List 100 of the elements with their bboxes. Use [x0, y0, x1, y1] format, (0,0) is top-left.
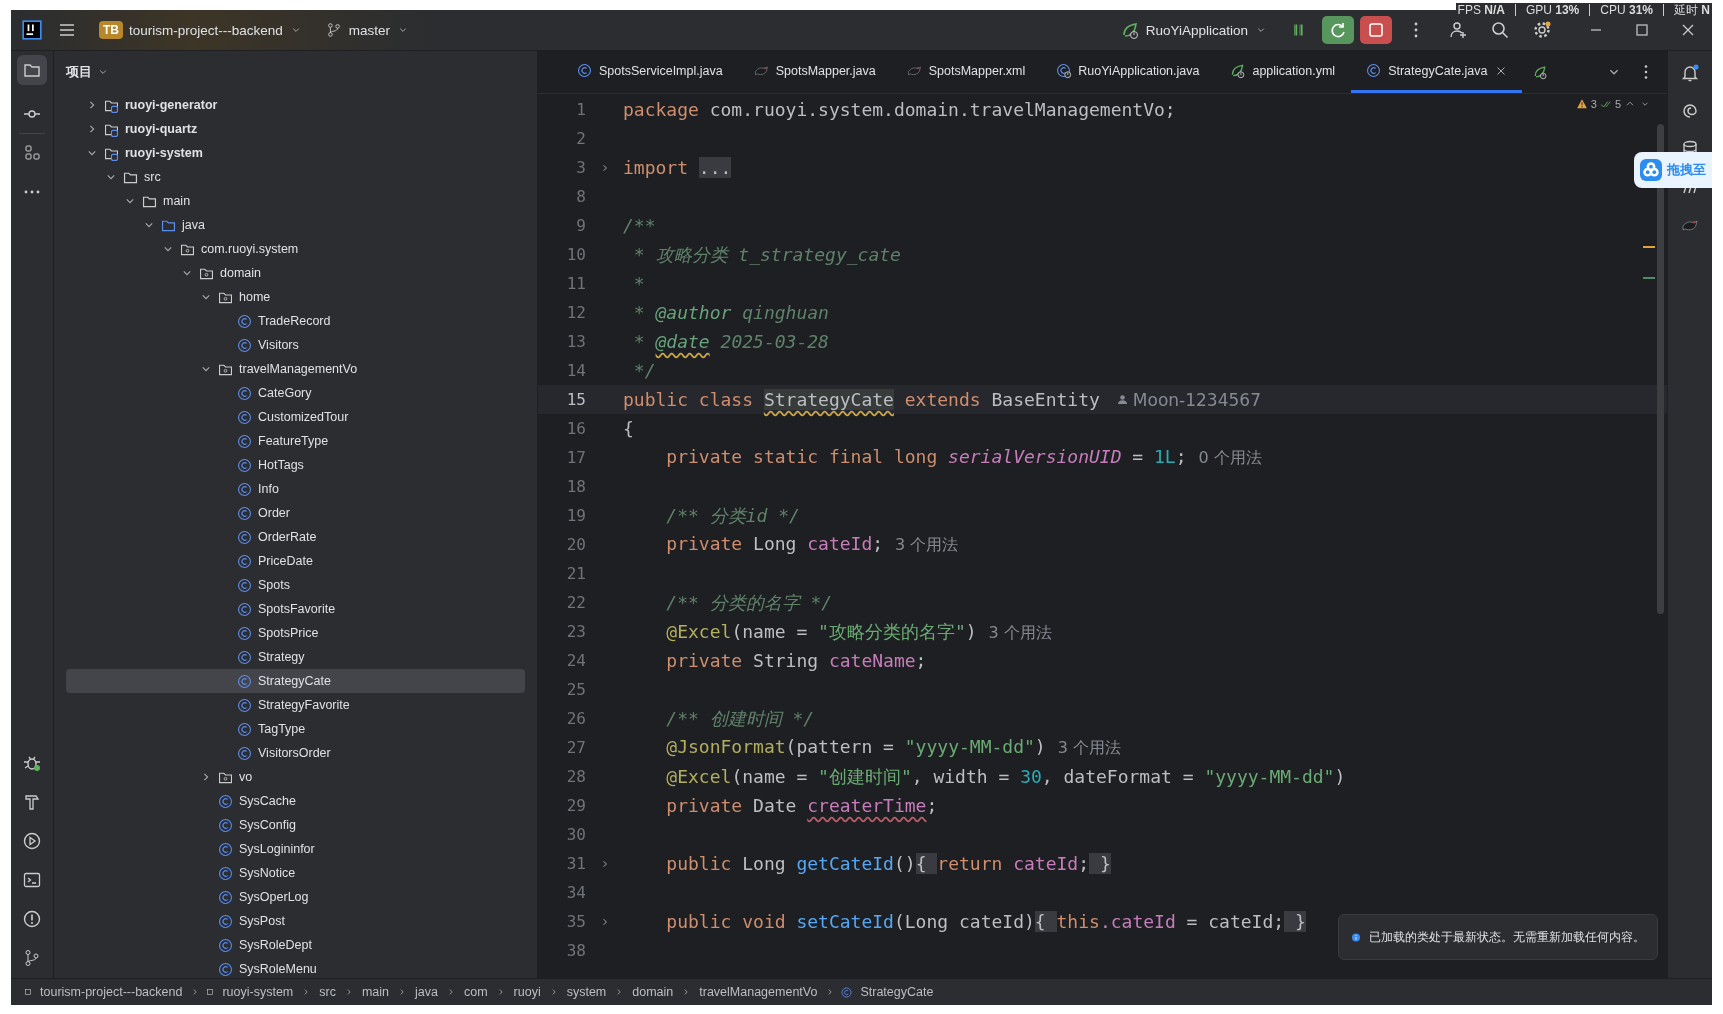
class-icon — [236, 456, 253, 474]
tree-item[interactable]: main — [66, 189, 525, 213]
structure-icon[interactable] — [22, 143, 42, 163]
tree-item[interactable]: VisitorsOrder — [66, 741, 525, 765]
code-line: */ — [632, 360, 656, 381]
tree-item[interactable]: Strategy — [66, 645, 525, 669]
line-number: 3 — [575, 158, 586, 177]
line-number: 38 — [565, 941, 586, 960]
branch-selector[interactable]: master — [316, 17, 419, 43]
breadcrumb-item[interactable]: com — [460, 985, 491, 999]
app-logo-icon[interactable] — [21, 19, 43, 41]
breadcrumb-item[interactable]: tourism-project---backend — [37, 985, 186, 999]
project-selector[interactable]: TB tourism-project---backend — [91, 17, 311, 43]
rerun-button[interactable] — [1322, 16, 1354, 44]
editor-tab[interactable]: RuoYiApplication.java — [1041, 51, 1214, 93]
tree-item[interactable]: SysConfig — [66, 813, 525, 837]
tree-item[interactable]: SysOperLog — [66, 885, 525, 909]
tree-item[interactable]: Info — [66, 477, 525, 501]
scrollbar-thumb[interactable] — [1657, 124, 1664, 614]
breadcrumb-item[interactable]: domain — [629, 985, 677, 999]
tree-item[interactable]: SysPost — [66, 909, 525, 933]
stat-reading: 延时 N — [1674, 3, 1710, 17]
tree-item[interactable]: Visitors — [66, 333, 525, 357]
code-line: /** 创建时间 */ — [665, 706, 815, 731]
code-token: @date — [655, 331, 710, 352]
tree-item[interactable]: com.ruoyi.system — [66, 237, 525, 261]
tree-item[interactable]: domain — [66, 261, 525, 285]
editor-tab[interactable]: SpotsMapper.java — [738, 51, 890, 93]
tree-item[interactable]: home — [66, 285, 525, 309]
tree-item[interactable]: StrategyCate — [66, 669, 525, 693]
tree-item[interactable]: SysCache — [66, 789, 525, 813]
code-line: /** — [623, 215, 656, 236]
tree-item[interactable]: ruoyi-generator — [66, 93, 525, 117]
editor-tab[interactable]: SpotsServiceImpl.java — [562, 51, 737, 93]
tree-item[interactable]: java — [66, 213, 525, 237]
line-number: 11 — [565, 274, 586, 293]
stat-reading: GPU 13% — [1525, 3, 1580, 17]
search-icon[interactable] — [1490, 20, 1510, 40]
editor-tab[interactable]: SpotsMapper.xml — [891, 51, 1040, 93]
code-line: @Excel(name = "攻略分类的名字") 3 个用法 — [665, 619, 1052, 644]
tree-item[interactable]: ruoyi-system — [66, 141, 525, 165]
code-line: public class StrategyCate extends BaseEntity Moon-1234567 — [623, 389, 1261, 410]
tree-item[interactable]: TagType — [66, 717, 525, 741]
tree-item[interactable]: SysRoleMenu — [66, 957, 525, 978]
tree-item[interactable]: OrderRate — [66, 525, 525, 549]
panel-title[interactable]: 项目 — [60, 61, 116, 83]
tree-item[interactable]: SpotsFavorite — [66, 597, 525, 621]
breadcrumb-item[interactable]: main — [358, 985, 393, 999]
problems-icon[interactable] — [22, 909, 42, 929]
line-number: 12 — [565, 303, 586, 322]
tree-item[interactable]: src — [66, 165, 525, 189]
breadcrumb-item[interactable]: travelManagementVo — [696, 985, 821, 999]
tree-item[interactable]: travelManagementVo — [66, 357, 525, 381]
editor-tab[interactable]: StrategyCate.java — [1351, 51, 1522, 93]
breadcrumb-item[interactable]: system — [563, 985, 610, 999]
tree-item[interactable]: CateGory — [66, 381, 525, 405]
add-user-icon[interactable] — [1448, 20, 1468, 40]
editor-tab[interactable]: application.yml — [1215, 51, 1350, 93]
stop-button[interactable] — [1360, 16, 1392, 44]
breadcrumb-item[interactable]: java — [412, 985, 441, 999]
tree-item[interactable]: CustomizedTour — [66, 405, 525, 429]
breadcrumb-item[interactable]: src — [316, 985, 339, 999]
breadcrumb-item[interactable]: ruoyi-system — [219, 985, 297, 999]
line-number: 14 — [565, 361, 586, 380]
line-number: 1 — [575, 100, 586, 119]
spiral-icon[interactable] — [1680, 101, 1700, 121]
class-icon — [217, 936, 234, 954]
run-icon[interactable] — [22, 831, 42, 851]
tree-item[interactable]: vo — [66, 765, 525, 789]
class-icon — [217, 816, 234, 834]
line-number: 26 — [565, 709, 586, 728]
class-icon — [236, 552, 253, 570]
tree-item[interactable]: SysLogininfor — [66, 837, 525, 861]
tree-item[interactable]: Order — [66, 501, 525, 525]
tree-item[interactable]: HotTags — [66, 453, 525, 477]
tree-item[interactable]: FeatureType — [66, 429, 525, 453]
line-number: 35 — [565, 912, 586, 931]
breadcrumb-item[interactable]: ruoyi — [510, 985, 544, 999]
project-tool-button[interactable] — [17, 55, 47, 85]
tree-item[interactable]: SysRoleDept — [66, 933, 525, 957]
bell-icon[interactable] — [1680, 63, 1700, 83]
line-number: 17 — [565, 448, 586, 467]
git-icon[interactable] — [22, 948, 42, 968]
tree-item[interactable]: Spots — [66, 573, 525, 597]
inspection-widget[interactable]: 3 5 — [1575, 98, 1651, 110]
run-config-selector[interactable]: RuoYiApplication — [1111, 16, 1276, 44]
author-hint: Moon-1234567 — [1132, 389, 1261, 410]
tree-item[interactable]: TradeRecord — [66, 309, 525, 333]
line-number: 9 — [575, 216, 586, 235]
tree-item[interactable]: SysNotice — [66, 861, 525, 885]
tree-item[interactable]: SpotsPrice — [66, 621, 525, 645]
line-number: 20 — [565, 535, 586, 554]
tree-item[interactable]: ruoyi-quartz — [66, 117, 525, 141]
settings-icon[interactable] — [1532, 20, 1552, 40]
line-number: 28 — [565, 767, 586, 786]
tree-item[interactable]: StrategyFavorite — [66, 693, 525, 717]
breadcrumb-item[interactable]: StrategyCate — [857, 985, 937, 999]
person-icon — [1115, 393, 1129, 406]
terminal-icon[interactable] — [22, 870, 42, 890]
tree-item[interactable]: PriceDate — [66, 549, 525, 573]
